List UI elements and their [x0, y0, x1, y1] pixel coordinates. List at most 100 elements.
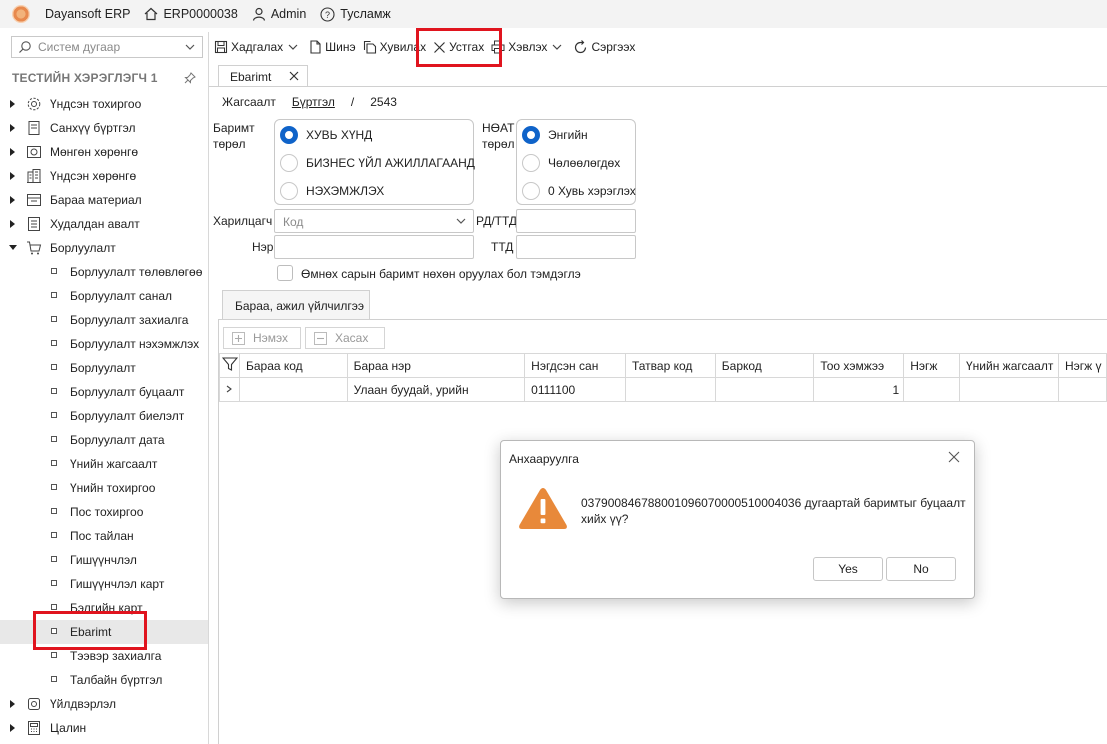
ttd-label: ТТД: [491, 240, 514, 254]
ttd-field[interactable]: [516, 235, 636, 259]
regno-field[interactable]: [516, 209, 636, 233]
tree-child-item[interactable]: Борлуулалт биелэлт: [0, 404, 208, 428]
search-input[interactable]: Систем дугаар: [11, 36, 203, 58]
collapsed-arrow-icon[interactable]: [10, 100, 15, 108]
table-row[interactable]: Улаан буудай, урийн 0111100 1: [219, 377, 1107, 402]
cell-barcode[interactable]: [714, 377, 815, 402]
tree-child-item[interactable]: Талбайн бүртгэл: [0, 668, 208, 692]
tree-item-cart[interactable]: Борлуулалт: [0, 236, 208, 260]
tree-child-item[interactable]: Бэлгийн карт: [0, 596, 208, 620]
vat-type-zero-radio[interactable]: 0 Хувь хэрэглэх: [522, 182, 636, 200]
receipt-type-business-radio[interactable]: БИЗНЕС ҮЙЛ АЖИЛЛАГААНД: [280, 154, 475, 172]
tab-ebarimt[interactable]: Ebarimt: [218, 65, 308, 87]
col-price-list[interactable]: Үнийн жагсаалт: [959, 353, 1059, 378]
collapsed-arrow-icon[interactable]: [10, 196, 15, 204]
tree-child-item[interactable]: Гишүүнчлэл: [0, 548, 208, 572]
tree-child-item[interactable]: Борлуулалт нэхэмжлэх: [0, 332, 208, 356]
prev-month-checkbox[interactable]: [277, 265, 293, 281]
collapsed-arrow-icon[interactable]: [10, 124, 15, 132]
collapsed-arrow-icon[interactable]: [10, 724, 15, 732]
copy-button[interactable]: Хувилах: [363, 40, 426, 54]
cell-unit-price[interactable]: [1057, 377, 1107, 402]
refresh-button[interactable]: Сэргээх: [573, 39, 635, 55]
pin-icon[interactable]: [184, 72, 196, 84]
search-placeholder: Систем дугаар: [38, 40, 121, 54]
tree-item-calculator[interactable]: Цалин: [0, 716, 208, 740]
close-tab-icon[interactable]: [287, 69, 301, 83]
tree-child-item[interactable]: Борлуулалт төлөвлөгөө: [0, 260, 208, 284]
col-quantity[interactable]: Тоо хэмжээ: [813, 353, 905, 378]
tree-item-ledger[interactable]: Санхүү бүртгэл: [0, 116, 208, 140]
cell-item-name[interactable]: Улаан буудай, урийн: [346, 377, 526, 402]
tab-goods-services[interactable]: Бараа, ажил үйлчилгээ: [222, 290, 370, 320]
col-item-code[interactable]: Бараа код: [238, 353, 348, 378]
filter-icon-cell[interactable]: [219, 353, 240, 378]
filter-icon[interactable]: [221, 356, 239, 372]
collapsed-arrow-icon[interactable]: [10, 220, 15, 228]
tree-child-item[interactable]: Гишүүнчлэл карт: [0, 572, 208, 596]
user-button[interactable]: Admin: [252, 7, 306, 21]
tree-child-item[interactable]: Борлуулалт захиалга: [0, 308, 208, 332]
help-button[interactable]: ? Тусламж: [320, 6, 391, 22]
col-tax-code[interactable]: Татвар код: [624, 353, 716, 378]
cell-item-code[interactable]: [238, 377, 348, 402]
chevron-down-icon[interactable]: [455, 215, 467, 227]
col-unit-price[interactable]: Нэгж ү: [1057, 353, 1107, 378]
chevron-down-icon[interactable]: [184, 41, 196, 53]
print-button[interactable]: Хэвлэх: [491, 40, 566, 54]
col-unit[interactable]: Нэгж: [903, 353, 960, 378]
radio-icon: [522, 154, 540, 172]
cancel-button[interactable]: Устгах: [433, 40, 484, 54]
row-expand-cell[interactable]: [219, 377, 240, 402]
tree-item-building[interactable]: Үндсэн хөрөнгө: [0, 164, 208, 188]
collapsed-arrow-icon[interactable]: [10, 700, 15, 708]
tree-item-inventory[interactable]: Бараа материал: [0, 188, 208, 212]
cell-tax-code[interactable]: [624, 377, 716, 402]
vat-type-normal-radio[interactable]: Энгийн: [522, 126, 588, 144]
tree-item-factory[interactable]: Үйлдвэрлэл: [0, 692, 208, 716]
breadcrumb-register-link[interactable]: Бүртгэл: [292, 95, 335, 109]
cell-price-list[interactable]: [959, 377, 1059, 402]
partner-code-field[interactable]: Код: [274, 209, 474, 233]
tree-item-gear[interactable]: Үндсэн тохиргоо: [0, 92, 208, 116]
tree-child-item[interactable]: Тээвэр захиалга: [0, 644, 208, 668]
expanded-arrow-icon[interactable]: [9, 245, 17, 250]
yes-button[interactable]: Yes: [813, 557, 883, 581]
collapsed-arrow-icon[interactable]: [10, 148, 15, 156]
tree-child-item[interactable]: Борлуулалт дата: [0, 428, 208, 452]
tree-child-item[interactable]: Борлуулалт санал: [0, 284, 208, 308]
cell-fund[interactable]: 0111100: [524, 377, 626, 402]
tree-child-item[interactable]: Пос тохиргоо: [0, 500, 208, 524]
collapsed-arrow-icon[interactable]: [10, 172, 15, 180]
col-item-name[interactable]: Бараа нэр: [346, 353, 526, 378]
tree-child-item[interactable]: Пос тайлан: [0, 524, 208, 548]
chevron-down-icon[interactable]: [287, 41, 299, 53]
tree-item-purchase[interactable]: Худалдан авалт: [0, 212, 208, 236]
chevron-down-icon[interactable]: [551, 41, 563, 53]
receipt-type-individual-radio[interactable]: ХУВЬ ХҮНД: [280, 126, 372, 144]
company-button[interactable]: ERP0000038: [144, 7, 238, 21]
no-button[interactable]: No: [886, 557, 956, 581]
close-icon[interactable]: [948, 451, 960, 463]
tree-child-item[interactable]: Үнийн тохиргоо: [0, 476, 208, 500]
remove-row-button[interactable]: Хасах: [305, 327, 385, 349]
tree-child-item[interactable]: Борлуулалт: [0, 356, 208, 380]
cell-quantity[interactable]: 1: [813, 377, 905, 402]
col-barcode[interactable]: Баркод: [714, 353, 815, 378]
save-button[interactable]: Хадгалах: [214, 40, 302, 54]
tree-item-cash[interactable]: Мөнгөн хөрөнгө: [0, 140, 208, 164]
breadcrumb-list-link[interactable]: Жагсаалт: [222, 95, 276, 109]
col-fund[interactable]: Нэгдсэн сан: [524, 353, 626, 378]
tree-child-item[interactable]: Ebarimt: [0, 620, 208, 644]
vat-type-exempt-radio[interactable]: Чөлөөлөгдөх: [522, 154, 620, 172]
name-field[interactable]: [274, 235, 474, 259]
radio-selected-icon: [522, 126, 540, 144]
tree-child-item[interactable]: Үнийн жагсаалт: [0, 452, 208, 476]
chevron-right-icon[interactable]: [224, 384, 234, 394]
add-row-button[interactable]: Нэмэх: [223, 327, 301, 349]
bullet-icon: [51, 268, 57, 274]
new-button[interactable]: Шинэ: [309, 40, 356, 54]
tree-child-item[interactable]: Борлуулалт буцаалт: [0, 380, 208, 404]
cell-unit[interactable]: [903, 377, 960, 402]
receipt-type-invoice-radio[interactable]: НЭХЭМЖЛЭХ: [280, 182, 384, 200]
